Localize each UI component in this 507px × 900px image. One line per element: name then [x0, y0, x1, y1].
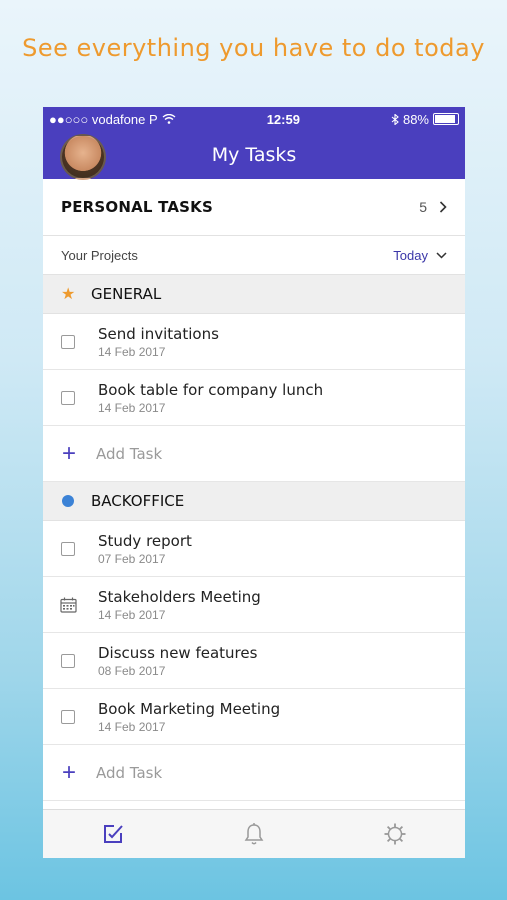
section-name: GENERAL [91, 285, 162, 303]
section-header-general[interactable]: ★ GENERAL [43, 275, 465, 314]
tab-tasks[interactable] [93, 814, 133, 854]
task-checkbox[interactable] [61, 541, 75, 556]
task-checkbox[interactable] [61, 709, 75, 724]
battery-icon [433, 113, 459, 125]
battery-text: 88% [402, 111, 429, 127]
task-checkbox[interactable] [61, 334, 75, 349]
personal-tasks-count: 5 [419, 199, 427, 215]
clock-text: 12:59 [266, 111, 300, 127]
date-filter-dropdown[interactable]: Today [393, 248, 447, 263]
avatar[interactable] [60, 134, 106, 180]
dot-icon [61, 495, 75, 507]
phone-screen: ●●○○○ vodafone P 12:59 88% My Tasks PERS… [43, 107, 465, 858]
add-task-button[interactable]: + Add Task [43, 426, 465, 482]
chevron-right-icon [439, 201, 447, 213]
task-row[interactable]: Book Marketing Meeting 14 Feb 2017 [43, 689, 465, 745]
task-title: Stakeholders Meeting [98, 587, 261, 606]
section-name: BACKOFFICE [91, 492, 185, 510]
task-title: Send invitations [98, 324, 219, 343]
star-icon: ★ [61, 286, 76, 303]
tab-bar [43, 809, 465, 858]
task-date: 14 Feb 2017 [98, 400, 166, 415]
task-title: Book table for company lunch [98, 380, 324, 399]
task-row[interactable]: Study report 07 Feb 2017 [43, 521, 465, 577]
task-date: 14 Feb 2017 [98, 607, 166, 622]
add-task-label: Add Task [96, 444, 163, 463]
plus-icon: + [61, 439, 76, 467]
personal-tasks-row[interactable]: PERSONAL TASKS 5 [43, 179, 465, 236]
task-date: 14 Feb 2017 [98, 719, 166, 734]
app-bar: My Tasks [43, 131, 465, 180]
projects-row: Your Projects Today [43, 236, 465, 275]
add-task-label: Add Task [96, 763, 163, 782]
tab-notifications[interactable] [234, 814, 274, 854]
bluetooth-icon [391, 113, 399, 125]
task-row[interactable]: Discuss new features 08 Feb 2017 [43, 633, 465, 689]
plus-icon: + [61, 758, 76, 786]
task-checkbox[interactable] [61, 653, 75, 668]
task-title: Study report [98, 531, 192, 550]
projects-label: Your Projects [61, 247, 138, 263]
page-title: My Tasks [211, 144, 297, 166]
carrier-text: ●●○○○ vodafone P [49, 111, 158, 127]
add-task-button[interactable]: + Add Task [43, 745, 465, 801]
headline: See everything you have to do today [22, 34, 485, 62]
wifi-icon [162, 114, 176, 124]
section-header-backoffice[interactable]: BACKOFFICE [43, 482, 465, 521]
task-date: 07 Feb 2017 [98, 551, 166, 566]
gear-icon [384, 823, 406, 845]
task-checkbox[interactable] [61, 390, 75, 405]
task-row[interactable]: Stakeholders Meeting 14 Feb 2017 [43, 577, 465, 633]
tab-settings[interactable] [375, 814, 415, 854]
chevron-down-icon [436, 251, 447, 259]
personal-tasks-label: PERSONAL TASKS [61, 198, 213, 216]
task-date: 14 Feb 2017 [98, 344, 166, 359]
bell-icon [244, 823, 264, 845]
tasks-icon [104, 825, 124, 843]
status-bar: ●●○○○ vodafone P 12:59 88% [43, 107, 465, 131]
task-row[interactable]: Book table for company lunch 14 Feb 2017 [43, 370, 465, 426]
task-title: Discuss new features [98, 643, 258, 662]
date-filter-value: Today [393, 247, 428, 263]
calendar-icon [60, 597, 77, 613]
task-date: 08 Feb 2017 [98, 663, 166, 678]
task-title: Book Marketing Meeting [98, 699, 281, 718]
task-row[interactable]: Send invitations 14 Feb 2017 [43, 314, 465, 370]
